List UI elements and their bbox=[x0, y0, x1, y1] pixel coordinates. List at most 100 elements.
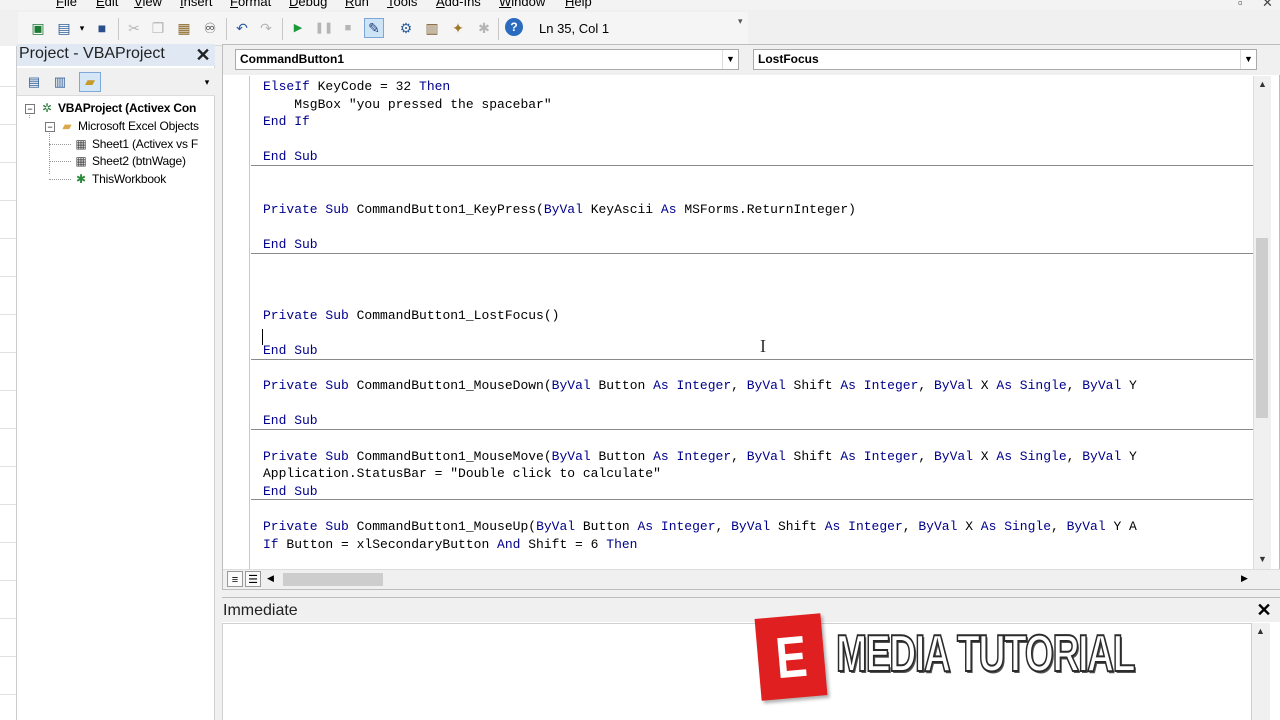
code-line[interactable]: Private Sub CommandButton1_MouseUp(ByVal… bbox=[263, 518, 1137, 536]
undo-icon[interactable]: ↶ bbox=[232, 18, 252, 38]
code-line[interactable]: End Sub bbox=[263, 483, 318, 501]
scroll-left-icon[interactable]: ◀ bbox=[267, 573, 274, 584]
scroll-thumb[interactable] bbox=[1256, 238, 1268, 418]
scroll-up-icon[interactable]: ▲ bbox=[1254, 76, 1271, 93]
toggle-folders-icon[interactable]: ▰ bbox=[79, 72, 101, 92]
code-line[interactable]: ElseIf KeyCode = 32 Then bbox=[263, 78, 450, 96]
immediate-vertical-scrollbar[interactable]: ▲ bbox=[1252, 623, 1270, 720]
menu-view[interactable]: View bbox=[134, 0, 162, 9]
project-explorer-icon[interactable]: ⚙ bbox=[396, 18, 416, 38]
tree-item-sheet2[interactable]: ▦ Sheet2 (btnWage) bbox=[73, 153, 186, 170]
collapse-icon[interactable]: − bbox=[25, 103, 35, 114]
code-editor[interactable]: ElseIf KeyCode = 32 Then MsgBox "you pre… bbox=[223, 76, 1253, 569]
code-keyword: If bbox=[263, 536, 279, 552]
code-line[interactable]: If Button = xlSecondaryButton And Shift … bbox=[263, 536, 638, 554]
scroll-down-icon[interactable]: ▼ bbox=[1254, 551, 1271, 568]
menu-tools[interactable]: Tools bbox=[387, 0, 417, 9]
code-keyword: Private Sub bbox=[263, 519, 349, 534]
code-line[interactable]: MsgBox "you pressed the spacebar" bbox=[263, 96, 551, 114]
menu-run[interactable]: Run bbox=[345, 0, 369, 9]
code-text: Shift bbox=[785, 448, 841, 464]
code-keyword: As Integer bbox=[840, 448, 919, 464]
find-icon[interactable]: ♾ bbox=[200, 18, 220, 38]
margin-indicator-bar[interactable] bbox=[223, 76, 250, 569]
grid-line bbox=[0, 618, 16, 619]
view-object-icon[interactable]: ▥ bbox=[49, 72, 71, 92]
collapse-icon[interactable]: − bbox=[45, 121, 55, 132]
chevron-down-icon[interactable]: ▼ bbox=[722, 50, 738, 69]
restore-icon[interactable]: ▫ bbox=[1238, 0, 1243, 10]
code-line[interactable]: Private Sub CommandButton1_MouseDown(ByV… bbox=[263, 377, 1137, 395]
tree-item-thisworkbook[interactable]: ✱ ThisWorkbook bbox=[73, 171, 166, 188]
immediate-title: Immediate bbox=[223, 602, 298, 619]
procedure-combo[interactable]: LostFocus ▼ bbox=[753, 49, 1257, 70]
close-icon[interactable]: ✕ bbox=[1254, 600, 1274, 620]
reset-icon[interactable]: ■ bbox=[338, 18, 358, 38]
menu-file[interactable]: File bbox=[56, 0, 77, 9]
grid-line bbox=[0, 124, 16, 125]
project-pane-titlebar[interactable]: Project - VBAProject ✕ bbox=[17, 44, 215, 66]
full-module-view-icon[interactable]: ☰ bbox=[245, 571, 261, 587]
menu-help[interactable]: Help bbox=[565, 0, 592, 9]
object-browser-icon[interactable]: ✦ bbox=[448, 18, 468, 38]
toolbar-grip-icon[interactable]: ▾ bbox=[738, 16, 746, 44]
design-mode-icon[interactable]: ✎ bbox=[364, 18, 384, 38]
code-vertical-scrollbar[interactable]: ▲ ▼ bbox=[1253, 76, 1271, 569]
code-line[interactable]: End If bbox=[263, 113, 310, 131]
code-keyword: ByVal bbox=[543, 202, 583, 218]
tree-connector bbox=[49, 161, 71, 162]
code-keyword: End Sub bbox=[263, 483, 318, 499]
menu-edit[interactable]: Edit bbox=[96, 0, 118, 9]
code-horizontal-scrollbar[interactable]: ◀ ▶ bbox=[265, 572, 1255, 588]
toolbar-separator bbox=[226, 18, 227, 40]
code-keyword: ByVal bbox=[1082, 448, 1122, 464]
code-text: CommandButton1_MouseDown( bbox=[348, 378, 552, 394]
menu-format[interactable]: Format bbox=[230, 0, 271, 9]
scroll-up-icon[interactable]: ▲ bbox=[1252, 623, 1269, 640]
tree-item-vbaproject[interactable]: − ✲ VBAProject (Activex Con bbox=[25, 100, 196, 117]
code-line[interactable]: End Sub bbox=[263, 342, 318, 360]
help-icon[interactable]: ? bbox=[505, 18, 523, 36]
code-line[interactable]: Private Sub CommandButton1_MouseMove(ByV… bbox=[263, 448, 1137, 466]
tree-item-sheet1[interactable]: ▦ Sheet1 (Activex vs F bbox=[73, 136, 198, 153]
cut-icon[interactable]: ✂ bbox=[124, 18, 144, 38]
menu-addins[interactable]: Add-Ins bbox=[436, 0, 481, 9]
run-icon[interactable]: ▶ bbox=[288, 18, 308, 38]
code-keyword: As Integer bbox=[824, 519, 903, 534]
chevron-down-icon[interactable]: ▼ bbox=[1240, 50, 1256, 69]
close-icon[interactable]: ✕ bbox=[1262, 0, 1273, 10]
tree-item-excel-objects[interactable]: − ▰ Microsoft Excel Objects bbox=[45, 118, 199, 135]
procedure-separator bbox=[251, 165, 1253, 166]
code-line[interactable]: Application.StatusBar = "Double click to… bbox=[263, 465, 661, 483]
copy-icon[interactable]: ❐ bbox=[148, 18, 168, 38]
tree-connector bbox=[49, 179, 71, 180]
redo-icon[interactable]: ↷ bbox=[256, 18, 276, 38]
chevron-down-icon[interactable]: ▾ bbox=[201, 72, 213, 92]
toolbox-icon[interactable]: ✱ bbox=[474, 18, 494, 38]
scroll-right-icon[interactable]: ▶ bbox=[1241, 573, 1248, 584]
menu-window[interactable]: Window bbox=[499, 0, 545, 9]
close-icon[interactable]: ✕ bbox=[193, 45, 213, 65]
code-line[interactable]: Private Sub CommandButton1_LostFocus() bbox=[263, 307, 559, 325]
menu-debug[interactable]: Debug bbox=[289, 0, 327, 9]
view-code-icon[interactable]: ▤ bbox=[23, 72, 45, 92]
properties-icon[interactable]: ▥ bbox=[422, 18, 442, 38]
scroll-thumb[interactable] bbox=[283, 573, 383, 586]
insert-userform-icon[interactable]: ▤ bbox=[54, 18, 74, 38]
code-line[interactable]: End Sub bbox=[263, 148, 318, 166]
procedure-view-icon[interactable]: ≡ bbox=[227, 571, 243, 587]
code-keyword: ByVal bbox=[536, 519, 576, 534]
chevron-down-icon[interactable]: ▾ bbox=[72, 18, 92, 38]
code-line[interactable]: End Sub bbox=[263, 236, 318, 254]
code-line[interactable]: Private Sub CommandButton1_KeyPress(ByVa… bbox=[263, 201, 856, 219]
excel-view-icon[interactable]: ▣ bbox=[28, 18, 48, 38]
code-line[interactable]: End Sub bbox=[263, 412, 318, 430]
procedure-combo-value: LostFocus bbox=[758, 52, 819, 66]
paste-icon[interactable]: ▦ bbox=[174, 18, 194, 38]
object-combo[interactable]: CommandButton1 ▼ bbox=[235, 49, 739, 70]
code-keyword: As Single bbox=[996, 378, 1067, 394]
pause-icon[interactable]: ❚❚ bbox=[314, 18, 334, 38]
save-icon[interactable]: ■ bbox=[92, 18, 112, 38]
menu-insert[interactable]: Insert bbox=[180, 0, 213, 9]
object-combo-value: CommandButton1 bbox=[240, 52, 344, 66]
